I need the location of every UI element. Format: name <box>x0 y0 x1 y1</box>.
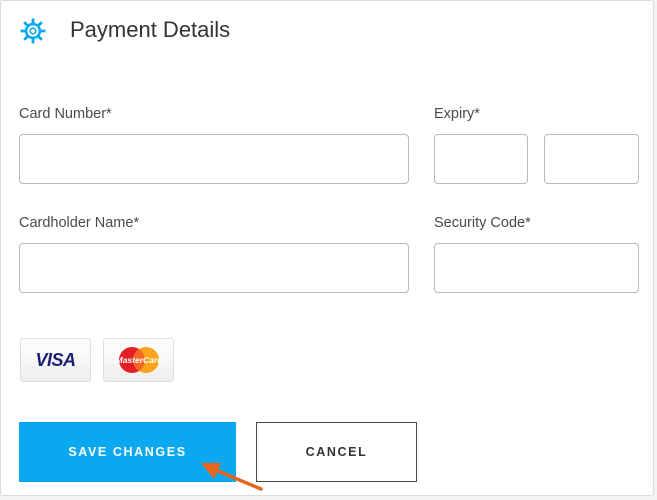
security-code-label: Security Code* <box>434 215 531 231</box>
security-code-input[interactable] <box>434 243 639 293</box>
gear-icon <box>20 18 46 44</box>
expiry-year-input[interactable] <box>544 134 639 184</box>
expiry-label: Expiry* <box>434 106 480 122</box>
mastercard-logo-text: MasterCard <box>115 355 162 365</box>
cardholder-name-label: Cardholder Name* <box>19 215 140 231</box>
card-number-input[interactable] <box>19 134 409 184</box>
pointer-arrow-icon <box>201 463 263 491</box>
mastercard-icon: MasterCard <box>115 347 163 373</box>
cardholder-name-input[interactable] <box>19 243 409 293</box>
visa-logo: VISA <box>20 338 91 382</box>
page-title: Payment Details <box>70 17 231 42</box>
visa-logo-text: VISA <box>35 349 76 370</box>
cancel-button[interactable]: CANCEL <box>256 422 417 482</box>
payment-details-panel: Payment Details Card Number* Expiry* Car… <box>0 0 654 496</box>
mastercard-logo: MasterCard <box>103 338 174 382</box>
expiry-month-input[interactable] <box>434 134 528 184</box>
card-number-label: Card Number* <box>19 106 112 122</box>
